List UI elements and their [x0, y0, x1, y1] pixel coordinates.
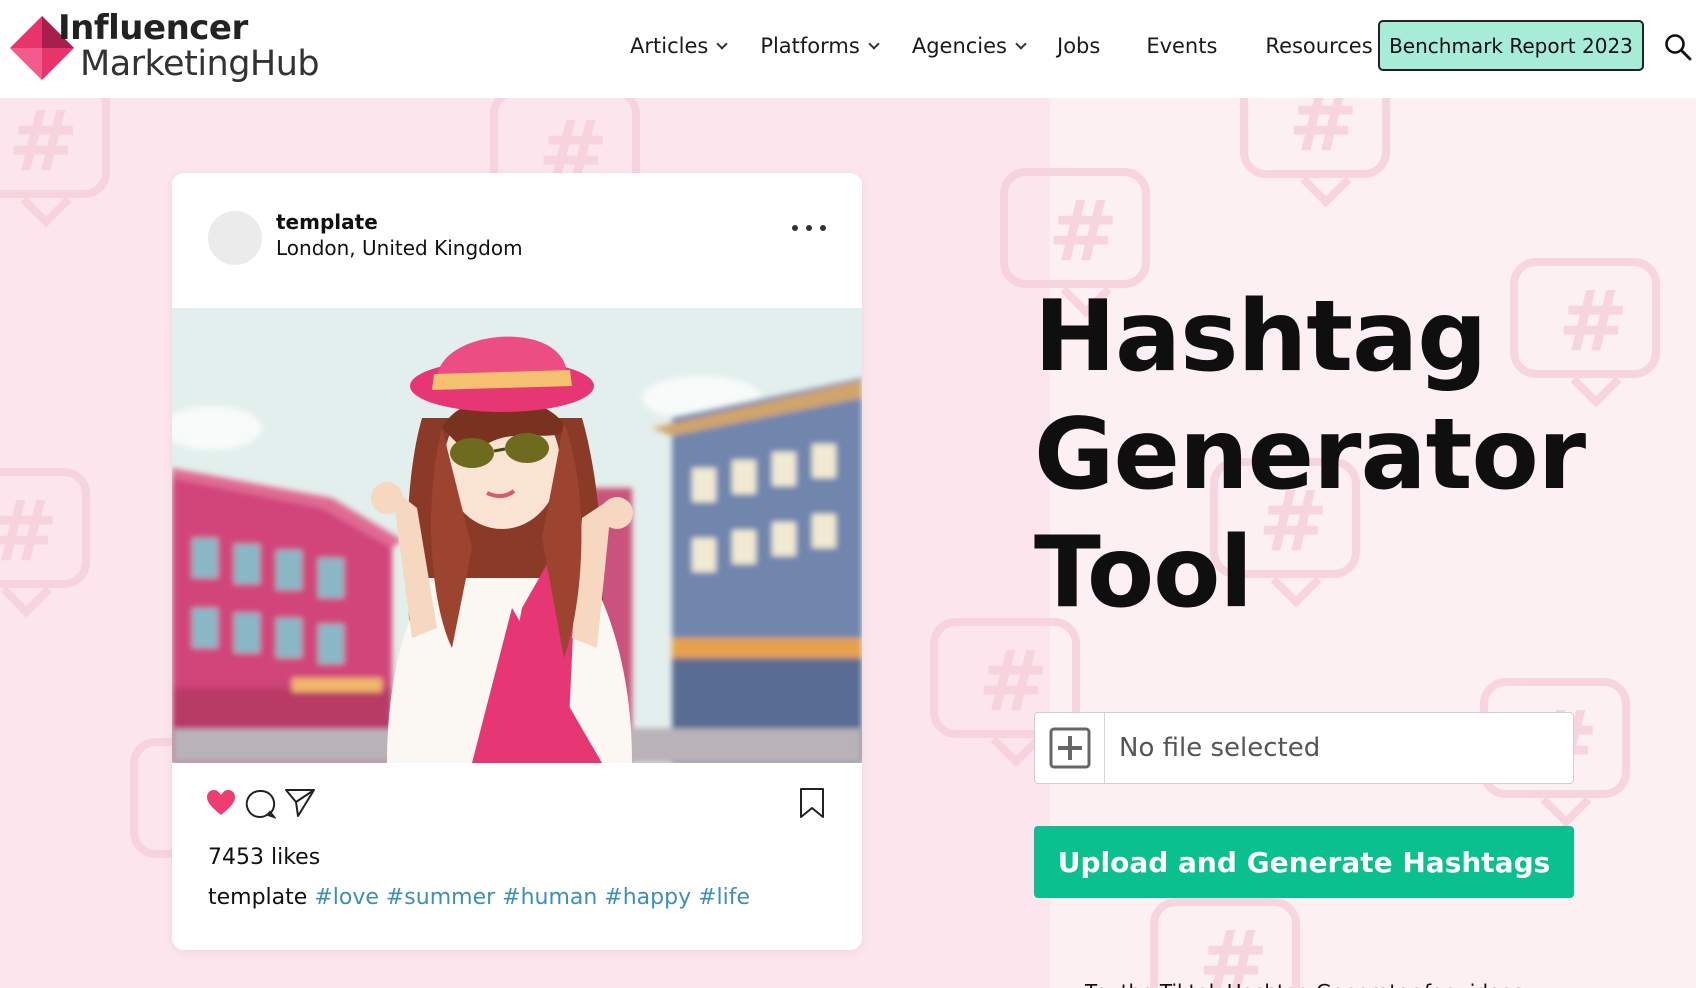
nav-item-agencies[interactable]: Agencies [911, 34, 1027, 58]
post-caption: template #love #summer #human #happy #li… [208, 885, 750, 910]
post-username: template [276, 210, 378, 234]
hashtag-bubble-icon [0, 98, 110, 198]
add-file-icon[interactable] [1035, 713, 1105, 783]
nav-item-label: Platforms [760, 34, 860, 58]
instagram-post-card: template London, United Kingdom 7453 lik… [172, 173, 862, 950]
hero-section: template London, United Kingdom [0, 98, 1696, 988]
caption-username: template [208, 885, 308, 910]
girl-illustration [172, 308, 862, 763]
search-icon[interactable] [1664, 33, 1692, 61]
more-icon[interactable] [792, 223, 826, 233]
title-line-3: Tool [1034, 516, 1253, 630]
post-actions [206, 785, 826, 821]
share-icon[interactable] [284, 788, 316, 818]
upload-generate-button[interactable]: Upload and Generate Hashtags [1034, 826, 1574, 898]
nav-item-label: Resources [1265, 34, 1373, 58]
hashtag-bubble-icon [0, 468, 90, 588]
hashtag-bubble-icon [1000, 168, 1150, 288]
image-file-input[interactable]: No file selected [1034, 712, 1574, 784]
post-image [172, 308, 862, 763]
chevron-down-icon [1015, 37, 1027, 50]
hashtag-bubble-icon [1240, 98, 1390, 178]
nav-item-platforms[interactable]: Platforms [760, 34, 880, 58]
logo-text-line1: Influencer [58, 8, 248, 48]
page-title: Hashtag Generator Tool [1034, 278, 1654, 632]
file-status-text: No file selected [1119, 733, 1321, 763]
post-location: London, United Kingdom [276, 236, 523, 260]
tiktok-generator-link[interactable]: Try the Tiktok Hashtag Generator for vid… [1034, 980, 1574, 988]
nav-item-label: Agencies [911, 34, 1007, 58]
logo-text-line2: MarketingHub [80, 44, 320, 84]
nav-item-events[interactable]: Events [1146, 34, 1217, 58]
nav-item-label: Articles [630, 34, 709, 58]
comment-icon[interactable] [244, 788, 276, 820]
nav-item-label: Jobs [1057, 34, 1101, 58]
benchmark-report-button[interactable]: Benchmark Report 2023 [1378, 20, 1644, 71]
heart-icon[interactable] [206, 789, 236, 817]
nav-item-jobs[interactable]: Jobs [1057, 34, 1100, 58]
avatar [208, 211, 262, 265]
nav-item-articles[interactable]: Articles [630, 34, 728, 58]
site-header: Influencer MarketingHub Articles Platfor… [0, 0, 1696, 98]
title-line-2: Generator [1034, 398, 1586, 512]
title-line-1: Hashtag [1034, 280, 1487, 394]
nav-item-label: Events [1146, 34, 1218, 58]
hashtag-bubble-icon [1150, 898, 1300, 988]
main-nav: Articles Platforms Agencies Jobs Events … [630, 20, 1405, 72]
post-likes-count: 7453 likes [208, 845, 321, 870]
caption-hashtags[interactable]: #love #summer #human #happy #life [314, 885, 750, 910]
site-logo[interactable]: Influencer MarketingHub [8, 8, 338, 84]
chevron-down-icon [868, 37, 880, 50]
nav-item-resources[interactable]: Resources [1265, 34, 1393, 58]
chevron-down-icon [716, 37, 728, 50]
bookmark-icon[interactable] [798, 787, 826, 819]
